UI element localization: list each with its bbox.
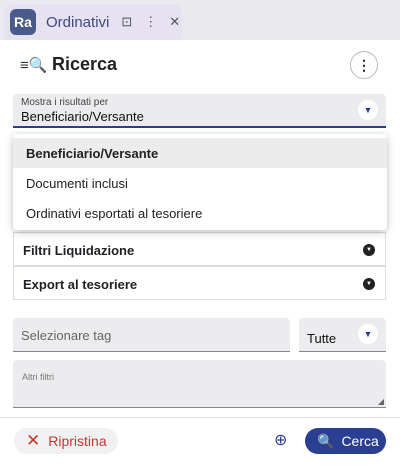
other-filters-placeholder: Altri filtri — [22, 372, 54, 382]
tag-select[interactable]: Selezionare tag — [13, 318, 290, 352]
chevron-down-icon: ▼ — [358, 324, 378, 344]
accordion-export-tesoriere[interactable]: Export al tesoriere ▼ — [13, 266, 386, 300]
results-for-select[interactable]: Mostra i risultati per Beneficiario/Vers… — [13, 94, 386, 128]
results-for-label: Mostra i risultati per — [21, 97, 109, 108]
option-beneficiario-versante[interactable]: Beneficiario/Versante — [13, 138, 387, 168]
reset-button[interactable]: ✕ Ripristina — [14, 428, 118, 454]
accordion-filtri-liquidazione[interactable]: Filtri Liquidazione ▼ — [13, 232, 386, 266]
results-for-value: Beneficiario/Versante — [21, 109, 144, 124]
expand-icon: ▼ — [363, 244, 375, 256]
reset-label: Ripristina — [48, 433, 107, 449]
resize-handle-icon[interactable]: ◢ — [378, 397, 384, 406]
filter-search-icon: ≡🔍 — [20, 57, 48, 74]
search-icon: 🔍 — [317, 432, 335, 449]
accordion-label: Export al tesoriere — [23, 277, 138, 292]
more-vert-icon[interactable]: ⋮ — [144, 14, 157, 30]
app-tab[interactable]: Ra Ordinativi ⊡ ⋮ ✕ — [4, 4, 182, 40]
search-label: Cerca — [341, 433, 379, 449]
panel-title: Ricerca — [52, 54, 118, 74]
close-icon: ✕ — [26, 431, 41, 450]
panel-menu-button[interactable]: ⋮ — [350, 51, 378, 79]
chevron-down-icon: ▼ — [358, 100, 378, 120]
expand-icon: ▼ — [363, 278, 375, 290]
tutte-select[interactable]: Tutte ▼ — [299, 318, 386, 352]
tab-title: Ordinativi — [46, 13, 110, 31]
other-filters-textarea[interactable]: Altri filtri ◢ — [13, 360, 386, 408]
close-tab-icon[interactable]: ✕ — [169, 14, 180, 30]
accordion-label: Filtri Liquidazione — [23, 243, 135, 258]
bookmark-icon[interactable]: ⊡ — [121, 14, 132, 30]
footer-divider — [0, 417, 400, 418]
zoom-in-icon[interactable]: ⊕ — [274, 430, 287, 450]
option-ordinativi-esportati[interactable]: Ordinativi esportati al tesoriere — [13, 198, 387, 228]
results-for-options: Beneficiario/Versante Documenti inclusi … — [13, 134, 387, 230]
tutte-value: Tutte — [307, 331, 337, 346]
app-logo-icon: Ra — [10, 9, 36, 35]
option-documenti-inclusi[interactable]: Documenti inclusi — [13, 168, 387, 198]
search-button[interactable]: 🔍 Cerca — [305, 428, 386, 454]
